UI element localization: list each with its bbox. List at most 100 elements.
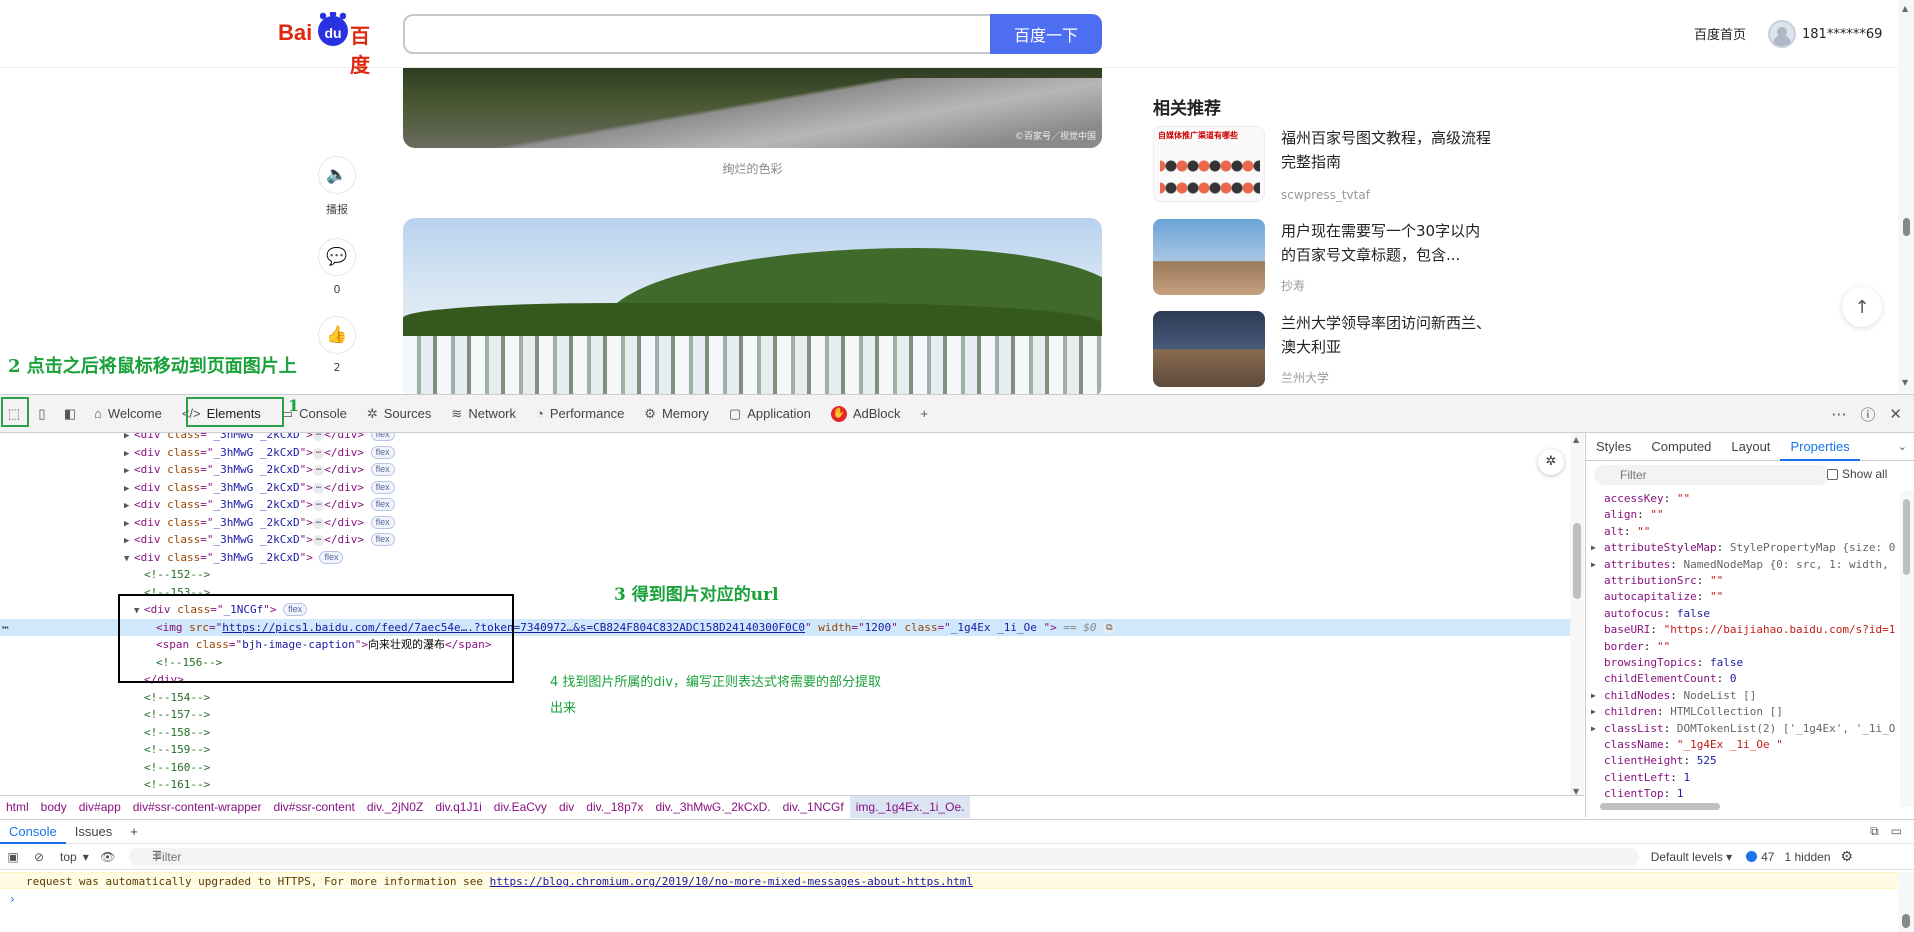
property-row[interactable]: clientTop: 1 <box>1586 786 1900 802</box>
related-item[interactable]: 用户现在需要写一个30字以内的百家号文章标题，包含... 抄寿 <box>1153 219 1493 295</box>
breadcrumb-item[interactable]: div.q1J1i <box>429 800 487 814</box>
flex-badge[interactable]: flex <box>319 550 344 564</box>
message-link[interactable]: https://blog.chromium.org/2019/10/no-mor… <box>490 875 973 888</box>
related-item-title[interactable]: 兰州大学领导率团访问新西兰、澳大利亚 <box>1281 311 1493 359</box>
flex-badge[interactable]: flex <box>370 498 395 511</box>
article-image-waterfall[interactable] <box>403 218 1102 394</box>
dom-node[interactable]: ▶ <div class="_3hMwG _2kCxD"> ⋯ </div> flex <box>0 514 1570 532</box>
tab-application[interactable]: ▢ Application <box>719 395 821 433</box>
scroll-up-arrow-icon[interactable]: ▲ <box>1573 435 1579 444</box>
expand-triangle-icon[interactable]: ▶ <box>1591 704 1596 720</box>
read-aloud-action[interactable]: 🔈 播报 <box>312 156 362 217</box>
close-drawer-icon[interactable]: ▭ <box>1891 824 1902 839</box>
dom-comment[interactable]: <!--152--> <box>0 566 1570 584</box>
flex-badge[interactable]: flex <box>370 480 395 494</box>
breadcrumb-item[interactable]: div._1NCGf <box>777 800 850 814</box>
more-icon[interactable]: ⋯ <box>2 619 9 637</box>
property-row[interactable]: attributionSrc: "" <box>1586 573 1900 589</box>
breadcrumb-item[interactable]: html <box>0 800 35 814</box>
elements-scrollbar-thumb[interactable] <box>1573 523 1581 599</box>
eye-icon[interactable]: 👁 <box>95 850 121 864</box>
dom-node[interactable]: ▶ <div class="_3hMwG _2kCxD"> ⋯ </div> flex <box>0 433 1570 444</box>
breadcrumb-item[interactable]: div._18p7x <box>580 800 649 814</box>
property-row[interactable]: alt: "" <box>1586 524 1900 540</box>
avatar[interactable] <box>1768 20 1796 48</box>
dock-sidebar-icon[interactable]: ◧ <box>56 400 84 428</box>
property-row[interactable]: border: "" <box>1586 639 1900 655</box>
properties-scrollbar-thumb[interactable] <box>1903 499 1910 575</box>
context-selector[interactable]: top ▾ <box>54 850 95 864</box>
tab-issues[interactable]: Issues <box>66 820 122 844</box>
gear-icon[interactable]: ⚙ <box>1841 848 1854 865</box>
thumbs-up-icon[interactable]: 👍 <box>318 316 356 354</box>
related-item-title[interactable]: 用户现在需要写一个30字以内的百家号文章标题，包含... <box>1281 219 1493 267</box>
log-levels-dropdown[interactable]: Default levels ▾ <box>1651 850 1732 864</box>
tab-performance[interactable]: ◔ Performance <box>526 395 634 433</box>
property-row[interactable]: baseURI: "https://baijiahao.baidu.com/s?… <box>1586 622 1900 638</box>
more-options-icon[interactable]: ⋯ <box>1831 405 1846 423</box>
dom-node[interactable]: ▶ <div class="_3hMwG _2kCxD"> ⋯ </div> flex <box>0 496 1570 514</box>
related-thumb[interactable] <box>1153 311 1265 387</box>
picture-in-picture-icon[interactable]: ⧉ <box>1103 622 1116 634</box>
breadcrumb-item[interactable]: div#app <box>73 800 127 814</box>
property-row[interactable]: ▶ classList: DOMTokenList(2) ['_1g4Ex', '… <box>1586 721 1900 737</box>
tab-computed[interactable]: Computed <box>1641 433 1721 461</box>
property-row[interactable]: ▶ childNodes: NodeList [] <box>1586 688 1900 704</box>
comment-icon[interactable]: 💬 <box>318 238 356 276</box>
tab-welcome[interactable]: ⌂ Welcome <box>84 395 172 433</box>
breadcrumb-item[interactable]: div._3hMwG._2kCxD. <box>649 800 776 814</box>
dom-node[interactable]: ▶ <div class="_3hMwG _2kCxD"> ⋯ </div> flex <box>0 531 1570 549</box>
dom-comment[interactable]: <!--159--> <box>0 741 1570 759</box>
tab-memory[interactable]: ⚙ Memory <box>634 395 719 433</box>
close-icon[interactable]: ✕ <box>1889 405 1902 423</box>
property-row[interactable]: ▶ children: HTMLCollection [] <box>1586 704 1900 720</box>
dom-node-expanded[interactable]: ▼ <div class="_3hMwG _2kCxD"> flex <box>0 549 1570 567</box>
tab-properties[interactable]: Properties <box>1780 433 1860 461</box>
add-drawer-tab-icon[interactable]: + <box>121 820 147 844</box>
breadcrumb-item-selected[interactable]: img._1g4Ex._1i_Oe. <box>849 795 971 818</box>
expand-triangle-icon[interactable]: ▶ <box>1591 721 1596 737</box>
user-menu[interactable]: 181******69 <box>1768 19 1882 49</box>
expand-triangle-icon[interactable]: ▶ <box>1591 557 1596 573</box>
console-prompt[interactable]: › <box>10 892 15 906</box>
property-row[interactable]: browsingTopics: false <box>1586 655 1900 671</box>
breadcrumb-item[interactable]: div <box>553 800 580 814</box>
dom-node[interactable]: ▶ <div class="_3hMwG _2kCxD"> ⋯ </div> flex <box>0 479 1570 497</box>
baidu-home-link[interactable]: 百度首页 <box>1694 24 1746 43</box>
like-action[interactable]: 👍 2 <box>312 316 362 374</box>
tab-console-drawer[interactable]: Console <box>0 820 66 844</box>
flex-badge[interactable]: flex <box>370 433 395 441</box>
property-row[interactable]: accessKey: "" <box>1586 491 1900 507</box>
breadcrumb-item[interactable]: div#ssr-content <box>267 800 360 814</box>
breadcrumb-item[interactable]: div._2jN0Z <box>361 800 429 814</box>
scroll-down-arrow-icon[interactable]: ▼ <box>1902 378 1908 387</box>
tab-layout[interactable]: Layout <box>1721 433 1780 461</box>
scroll-up-arrow-icon[interactable]: ▲ <box>1902 4 1908 13</box>
speaker-icon[interactable]: 🔈 <box>318 156 356 194</box>
tab-sources[interactable]: ✲ Sources <box>357 395 442 433</box>
dock-icon[interactable]: ⧉ <box>1870 824 1879 839</box>
help-icon[interactable]: ⓘ <box>1860 404 1875 425</box>
console-scrollbar-thumb[interactable] <box>1902 914 1910 928</box>
page-scrollbar[interactable]: ▲ ▼ <box>1898 0 1914 394</box>
baidu-logo[interactable]: Bai du 百度 <box>278 12 383 77</box>
dom-comment[interactable]: <!--158--> <box>0 724 1570 742</box>
sidebar-toggle-icon[interactable]: ▣ <box>0 850 26 864</box>
page-scrollbar-thumb[interactable] <box>1903 218 1910 236</box>
dom-comment[interactable]: <!--161--> <box>0 776 1570 794</box>
flex-badge[interactable]: flex <box>370 463 395 476</box>
property-row[interactable]: align: "" <box>1586 507 1900 523</box>
comment-action[interactable]: 💬 0 <box>312 238 362 296</box>
dom-comment[interactable]: <!--160--> <box>0 759 1570 777</box>
property-row[interactable]: autofocus: false <box>1586 606 1900 622</box>
username[interactable]: 181******69 <box>1802 27 1882 42</box>
property-row[interactable]: clientLeft: 1 <box>1586 770 1900 786</box>
expand-triangle-icon[interactable]: ▶ <box>1591 540 1596 556</box>
search-input[interactable] <box>403 14 991 54</box>
flex-badge[interactable]: flex <box>370 533 395 546</box>
chevron-down-icon[interactable]: ⌄ <box>1898 440 1907 453</box>
flex-badge[interactable]: flex <box>370 445 395 459</box>
breadcrumb-item[interactable]: div.EaCvy <box>488 800 553 814</box>
tab-network[interactable]: ≋ Network <box>441 395 526 433</box>
property-row[interactable]: autocapitalize: "" <box>1586 589 1900 605</box>
